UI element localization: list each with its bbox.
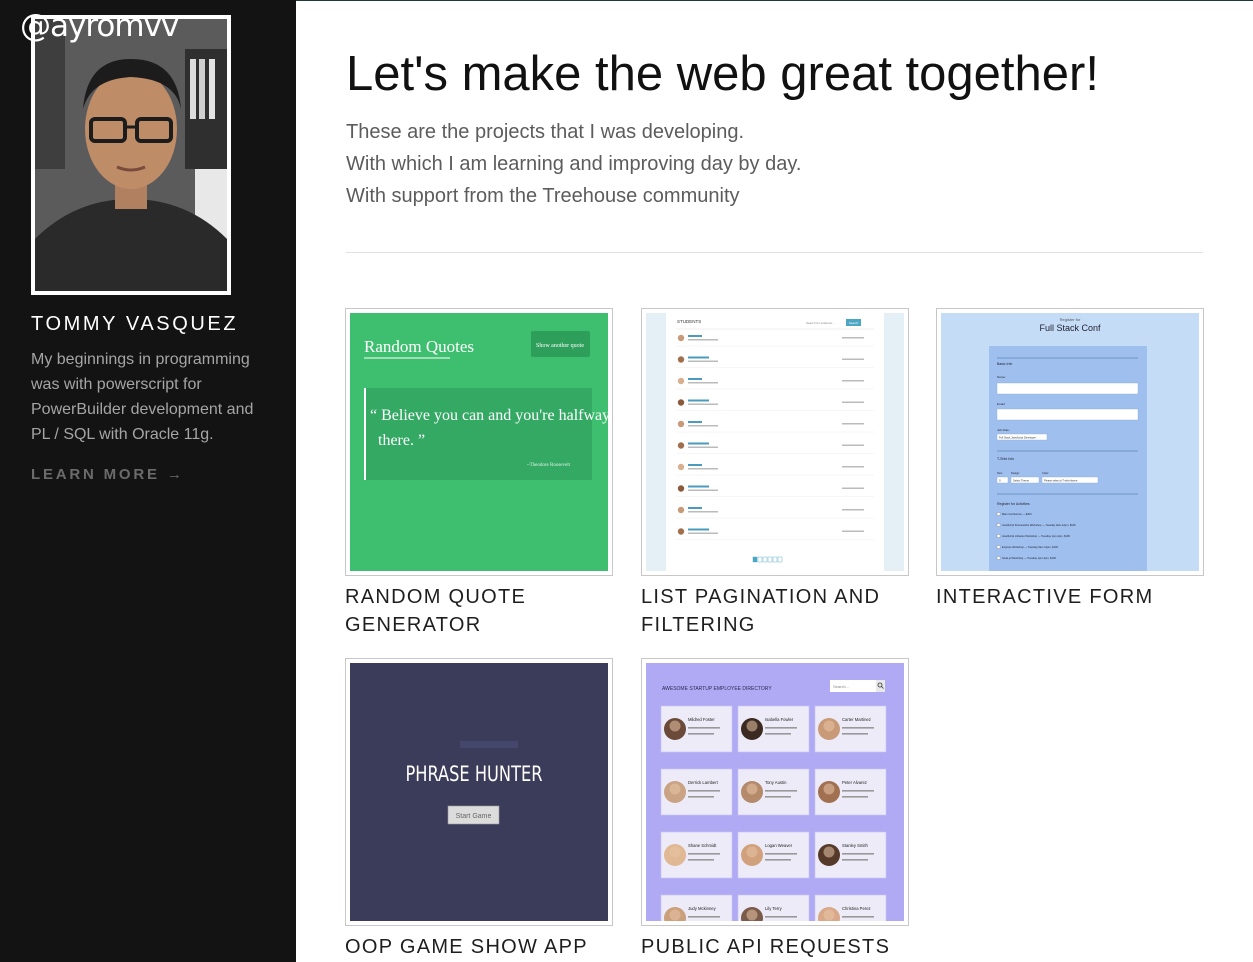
project-card-list-pagination: STUDENTS Search for students... Search L…: [641, 308, 909, 639]
profile-bio: My beginnings in programming was with po…: [31, 351, 254, 443]
form-size-select: S: [999, 479, 1001, 483]
project-card-oop-game: PHRASE HUNTER Start Game OOP GAME SHOW A…: [345, 658, 613, 961]
form-conf-title: Full Stack Conf: [1039, 323, 1101, 333]
activity-label: Express Workshop — Tuesday 9am-12pm, $10…: [1002, 545, 1058, 549]
show-quote-button: Show another quote: [536, 343, 584, 349]
employee-name: Lily Terry: [765, 906, 783, 911]
arrow-right-icon: →: [166, 466, 185, 483]
project-thumbnail-oop-game[interactable]: PHRASE HUNTER Start Game: [345, 658, 613, 926]
page-link: [772, 556, 778, 563]
intro-text: These are the projects that I was develo…: [346, 116, 801, 212]
activity-checkbox: [996, 556, 1001, 560]
students-search-button: Search: [849, 321, 859, 325]
activity-checkbox: [996, 545, 1001, 549]
page-title: Let's make the web great together!: [346, 47, 1099, 101]
intro-line: With support from the Treehouse communit…: [346, 185, 740, 207]
students-search-input: Search for students...: [806, 321, 835, 325]
form-design-label: Design:: [1011, 471, 1020, 475]
quote-line: “ Believe you can and you're halfway: [370, 407, 608, 424]
form-tshirt-info: T-Shirt Info: [997, 457, 1014, 461]
form-email-label: Email:: [997, 402, 1006, 406]
activity-label: JavaScript Frameworks Workshop — Tuesday…: [1002, 523, 1076, 527]
project-thumbnail-public-api[interactable]: AWESOME STARTUP EMPLOYEE DIRECTORY Searc…: [641, 658, 909, 926]
form-job-role-select: Full Stack JavaScript Developer: [999, 436, 1036, 440]
employee-card: Peter Alvarez: [814, 768, 887, 816]
profile-name: TOMMY VASQUEZ: [31, 313, 239, 335]
page-link: [752, 556, 758, 563]
employee-card: Derrick Lambert: [660, 768, 733, 816]
form-color-select: Please select a T-shirt theme: [1044, 479, 1078, 483]
employee-card: Stanley Smith: [814, 831, 887, 879]
form-register-for: Register for: [1060, 317, 1081, 322]
activity-checkbox: [996, 523, 1001, 527]
quote-line: there. ”: [378, 432, 425, 449]
project-thumbnail-interactive-form[interactable]: Register for Full Stack Conf Basic Info …: [936, 308, 1204, 576]
activity-checkbox: [996, 512, 1001, 516]
employee-card: Logan Weaver: [737, 831, 810, 879]
page-link: [767, 556, 773, 563]
form-activities-title: Register for Activities: [997, 502, 1030, 506]
employee-card: Tony Austin: [737, 768, 810, 816]
employee-name: Tony Austin: [765, 780, 787, 785]
learn-more-link[interactable]: LEARN MORE →: [31, 466, 185, 483]
profile-photo: [31, 15, 231, 295]
start-game-button: Start Game: [456, 813, 492, 820]
project-title: OOP GAME SHOW APP: [345, 936, 588, 958]
user-handle: @ayromvv: [20, 8, 179, 44]
page-link: [777, 556, 783, 563]
form-name-label: Name:: [997, 375, 1006, 379]
learn-more-label: LEARN MORE: [31, 466, 160, 483]
employee-card: Carter Martinez: [814, 705, 887, 753]
form-size-label: Size:: [997, 471, 1003, 475]
employee-card: Christina Perez: [814, 894, 887, 921]
employee-name: Peter Alvarez: [842, 780, 867, 785]
employee-name: Shane Schmidt: [688, 843, 717, 848]
students-heading: STUDENTS: [677, 319, 701, 324]
employee-card: Mildred Foster: [660, 705, 733, 753]
project-thumbnail-list-pagination[interactable]: STUDENTS Search for students... Search: [641, 308, 909, 576]
activity-checkbox: [996, 534, 1001, 538]
form-color-label: Color:: [1042, 471, 1049, 475]
project-title: PUBLIC API REQUESTS: [641, 936, 891, 958]
employee-name: Logan Weaver: [765, 843, 793, 848]
project-title: INTERACTIVE FORM: [936, 586, 1154, 608]
project-card-public-api: AWESOME STARTUP EMPLOYEE DIRECTORY Searc…: [641, 658, 909, 961]
employee-card: Lily Terry: [737, 894, 810, 921]
activity-label: Node.js Workshop — Tuesday 1pm-4pm, $100: [1002, 556, 1056, 560]
quote-author: ~Theodore Roosevelt: [527, 463, 571, 468]
page-link: [757, 556, 763, 563]
form-job-role-label: Job Role:: [997, 428, 1010, 432]
project-card-interactive-form: Register for Full Stack Conf Basic Info …: [936, 308, 1204, 611]
page-link: [762, 556, 768, 563]
project-card-random-quote: Random Quotes Show another quote “ Belie…: [345, 308, 613, 639]
employee-card: Isabella Fowler: [737, 705, 810, 753]
employee-card: Judy Mckinney: [660, 894, 733, 921]
project-title: RANDOM QUOTE GENERATOR: [345, 586, 527, 636]
project-thumbnail-random-quote[interactable]: Random Quotes Show another quote “ Belie…: [345, 308, 613, 576]
employee-name: Stanley Smith: [842, 843, 869, 848]
employee-name: Judy Mckinney: [688, 906, 717, 911]
employee-name: Mildred Foster: [688, 717, 715, 722]
directory-header: AWESOME STARTUP EMPLOYEE DIRECTORY: [662, 686, 772, 692]
divider: [346, 252, 1203, 253]
employee-name: Christina Perez: [842, 906, 871, 911]
employee-name: Carter Martinez: [842, 717, 871, 722]
project-title: LIST PAGINATION AND FILTERING: [641, 586, 881, 636]
activity-label: Main Conference — $200: [1002, 512, 1032, 516]
directory-search-input: Search...: [833, 684, 849, 689]
game-title: PHRASE HUNTER: [406, 762, 543, 786]
form-design-select: Select Theme: [1013, 479, 1030, 483]
sidebar: @ayromvv TOMMY VASQUEZ My beginnings in …: [0, 0, 296, 962]
quote-app-title: Random Quotes: [364, 337, 474, 356]
employee-name: Isabella Fowler: [765, 717, 794, 722]
employee-name: Derrick Lambert: [688, 780, 719, 785]
intro-line: These are the projects that I was develo…: [346, 121, 745, 143]
intro-line: With which I am learning and improving d…: [346, 153, 802, 175]
employee-card: Shane Schmidt: [660, 831, 733, 879]
activity-label: JavaScript Libraries Workshop — Tuesday …: [1002, 534, 1070, 538]
form-basic-info: Basic Info: [997, 362, 1012, 366]
